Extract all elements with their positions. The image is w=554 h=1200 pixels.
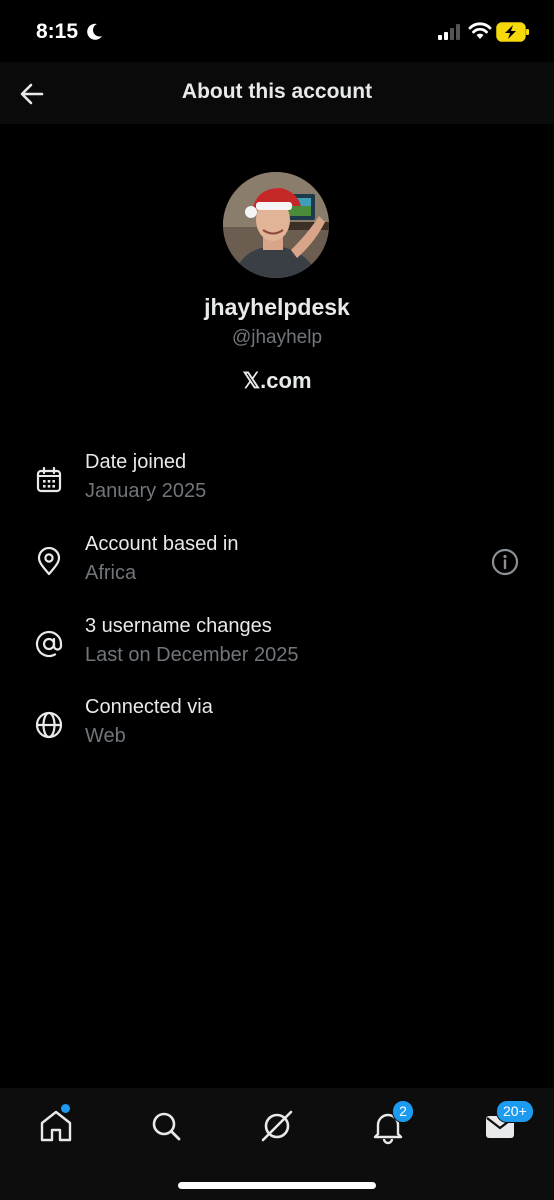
account-based-in-label: Account based in bbox=[85, 533, 239, 555]
display-name: jhayhelpdesk bbox=[204, 294, 350, 320]
cellular-signal-icon bbox=[438, 24, 460, 40]
tab-grok[interactable] bbox=[257, 1106, 297, 1146]
tab-home[interactable] bbox=[36, 1104, 76, 1146]
wifi-icon bbox=[468, 22, 492, 39]
avatar-photo bbox=[223, 172, 329, 278]
tab-notifications[interactable]: 2 bbox=[368, 1100, 414, 1146]
battery-charging-icon bbox=[496, 22, 529, 42]
search-icon bbox=[152, 1112, 181, 1141]
grok-icon bbox=[261, 1110, 293, 1142]
info-row-date-joined: Date joined January 2025 bbox=[0, 451, 554, 521]
top-app-bar: About this account bbox=[0, 62, 554, 124]
status-time: 8:15 bbox=[36, 20, 79, 43]
avatar[interactable] bbox=[223, 172, 329, 278]
connected-via-label: Connected via bbox=[85, 696, 213, 718]
username-changes-value: Last on December 2025 bbox=[85, 644, 299, 666]
platform-domain: 𝕏.com bbox=[242, 368, 312, 393]
username-handle: @jhayhelp bbox=[231, 327, 323, 348]
about-account-screen: 8:15 About this account jhayhelpdesk @jh… bbox=[0, 0, 554, 1200]
calendar-icon bbox=[36, 466, 62, 493]
status-bar: 8:15 bbox=[0, 0, 554, 60]
username-changes-label: 3 username changes bbox=[85, 615, 272, 637]
messages-badge: 20+ bbox=[496, 1100, 534, 1123]
home-icon bbox=[40, 1110, 72, 1142]
info-row-account-location: Account based in Africa bbox=[0, 533, 554, 603]
home-unread-dot bbox=[61, 1104, 70, 1113]
tab-messages[interactable]: 20+ bbox=[480, 1100, 534, 1146]
at-sign-icon bbox=[35, 630, 63, 658]
moon-icon bbox=[87, 23, 102, 40]
account-based-in-value: Africa bbox=[85, 562, 137, 584]
notifications-badge: 2 bbox=[392, 1100, 414, 1123]
info-row-username-changes: 3 username changes Last on December 2025 bbox=[0, 615, 554, 685]
date-joined-value: January 2025 bbox=[85, 480, 207, 502]
date-joined-label: Date joined bbox=[85, 451, 187, 473]
home-indicator[interactable] bbox=[178, 1182, 376, 1189]
connected-via-value: Web bbox=[85, 725, 126, 747]
globe-icon bbox=[35, 711, 63, 739]
tab-search[interactable] bbox=[146, 1106, 186, 1146]
info-icon[interactable] bbox=[490, 547, 520, 577]
info-row-connected-via: Connected via Web bbox=[0, 696, 554, 766]
page-title: About this account bbox=[181, 80, 373, 103]
location-pin-icon bbox=[37, 547, 61, 576]
